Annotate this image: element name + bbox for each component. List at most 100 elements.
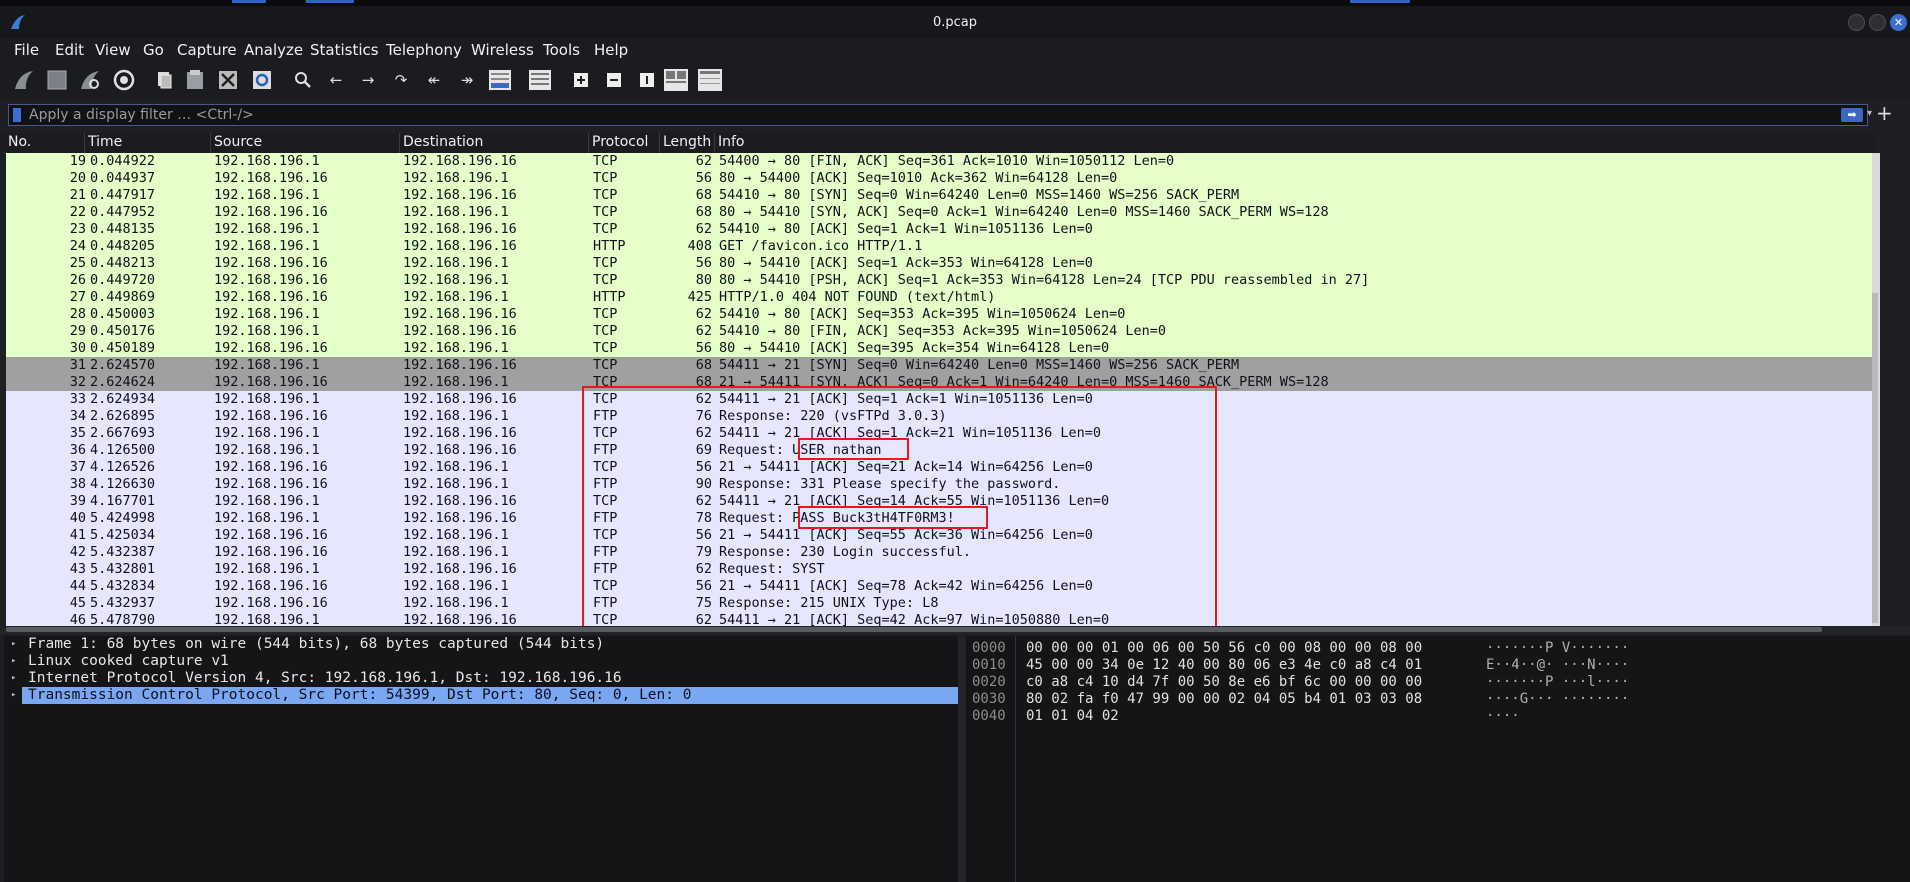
menu-go[interactable]: Go	[143, 41, 164, 59]
expand-arrow-icon[interactable]: ▸	[11, 687, 16, 704]
column-preferences-icon[interactable]	[696, 66, 724, 94]
packet-row[interactable]: 27 0.449869 192.168.196.16 192.168.196.1 HTT…	[6, 289, 1872, 306]
menu-wireless[interactable]: Wireless	[471, 41, 534, 59]
filter-bookmark-icon[interactable]	[13, 108, 21, 122]
column-header-time[interactable]: Time	[88, 134, 122, 150]
packet-cell-no: 26	[69, 272, 86, 288]
packet-cell-src: 192.168.196.16	[214, 476, 328, 492]
apply-filter-button[interactable]: ➡	[1841, 108, 1863, 122]
bytes-ascii[interactable]: ····	[1486, 708, 1520, 725]
column-header-info[interactable]: Info	[718, 134, 745, 150]
go-to-packet-icon[interactable]: ↷	[387, 66, 415, 94]
packet-cell-time: 2.624570	[90, 357, 156, 373]
bytes-ascii[interactable]: E··4··@· ···N····	[1486, 657, 1629, 674]
packet-cell-dst: 192.168.196.1	[403, 459, 509, 475]
packet-row[interactable]: 21 0.447917 192.168.196.1 192.168.196.16 TCP…	[6, 187, 1872, 204]
expand-arrow-icon[interactable]: ▸	[11, 636, 16, 653]
filter-history-dropdown-icon[interactable]: ▾	[1867, 108, 1872, 119]
packet-cell-proto: TCP	[593, 187, 618, 203]
packet-cell-time: 5.432801	[90, 561, 156, 577]
packet-cell-no: 20	[69, 170, 86, 186]
packet-cell-src: 192.168.196.1	[214, 612, 320, 626]
bytes-hex[interactable]: 01 01 04 02	[1026, 708, 1119, 725]
menu-file[interactable]: File	[14, 41, 39, 59]
menu-statistics[interactable]: Statistics	[310, 41, 379, 59]
bytes-ascii[interactable]: ·······P ···l····	[1486, 674, 1629, 691]
go-first-icon[interactable]: ↞	[420, 66, 448, 94]
bytes-hex[interactable]: 45 00 00 34 0e 12 40 00 80 06 e3 4e c0 a…	[1026, 657, 1422, 674]
horizontal-scroll-thumb[interactable]	[6, 627, 1822, 632]
packet-row[interactable]: 25 0.448213 192.168.196.16 192.168.196.1 TCP…	[6, 255, 1872, 272]
bytes-ascii[interactable]: ·······P V·······	[1486, 640, 1629, 657]
horizontal-scrollbar[interactable]	[0, 626, 1910, 634]
packet-row[interactable]: 29 0.450176 192.168.196.1 192.168.196.16 TCP…	[6, 323, 1872, 340]
bytes-hex[interactable]: 80 02 fa f0 47 99 00 00 02 04 05 b4 01 0…	[1026, 691, 1422, 708]
packet-row[interactable]: 19 0.044922 192.168.196.1 192.168.196.16 TCP…	[6, 153, 1872, 170]
detail-tree-item[interactable]: ▸ Internet Protocol Version 4, Src: 192.1…	[4, 670, 958, 687]
capture-options-icon[interactable]	[110, 66, 138, 94]
open-file-icon[interactable]	[150, 66, 178, 94]
colorize-icon[interactable]	[526, 66, 554, 94]
expand-arrow-icon[interactable]: ▸	[11, 670, 16, 687]
packet-row[interactable]: 28 0.450003 192.168.196.1 192.168.196.16 TCP…	[6, 306, 1872, 323]
packet-cell-info: 80 → 54410 [PSH, ACK] Seq=1 Ack=353 Win=…	[719, 272, 1370, 288]
pane-splitter[interactable]	[958, 636, 966, 882]
packet-cell-no: 43	[69, 561, 86, 577]
menu-edit[interactable]: Edit	[55, 41, 84, 59]
detail-tree-item[interactable]: ▸ Transmission Control Protocol, Src Port…	[11, 687, 958, 704]
close-file-icon[interactable]	[214, 66, 242, 94]
detail-tree-item[interactable]: ▸ Linux cooked capture v1	[4, 653, 958, 670]
column-header-protocol[interactable]: Protocol	[592, 134, 648, 150]
add-filter-button[interactable]: +	[1876, 101, 1893, 125]
bytes-ascii[interactable]: ····G··· ········	[1486, 691, 1629, 708]
packet-row[interactable]: 23 0.448135 192.168.196.1 192.168.196.16 TCP…	[6, 221, 1872, 238]
autoscroll-icon[interactable]	[486, 66, 514, 94]
bytes-hex[interactable]: c0 a8 c4 10 d4 7f 00 50 8e e6 bf 6c 00 0…	[1026, 674, 1422, 691]
packet-cell-no: 42	[69, 544, 86, 560]
column-header-length[interactable]: Length	[663, 134, 711, 150]
packet-cell-time: 0.044937	[90, 170, 156, 186]
packet-row[interactable]: 26 0.449720 192.168.196.16 192.168.196.1 TCP…	[6, 272, 1872, 289]
shark-fin-start-icon[interactable]	[10, 66, 38, 94]
packet-cell-no: 46	[69, 612, 86, 626]
packet-row[interactable]: 30 0.450189 192.168.196.16 192.168.196.1 TCP…	[6, 340, 1872, 357]
close-window-button[interactable]: ✕	[1890, 14, 1907, 31]
save-file-icon[interactable]	[181, 66, 209, 94]
packet-cell-len: 68	[695, 187, 712, 203]
menu-capture[interactable]: Capture	[177, 41, 237, 59]
packet-row[interactable]: 20 0.044937 192.168.196.16 192.168.196.1 TCP…	[6, 170, 1872, 187]
menu-analyze[interactable]: Analyze	[244, 41, 303, 59]
menu-help[interactable]: Help	[594, 41, 628, 59]
zoom-in-icon[interactable]	[567, 66, 595, 94]
minimize-button[interactable]	[1848, 14, 1865, 31]
packet-cell-time: 2.626895	[90, 408, 156, 424]
resize-columns-icon[interactable]	[662, 66, 690, 94]
packet-cell-no: 35	[69, 425, 86, 441]
packet-list-scroll-thumb[interactable]	[1872, 293, 1878, 623]
go-forward-icon[interactable]: →	[354, 66, 382, 94]
zoom-out-icon[interactable]	[600, 66, 628, 94]
find-packet-icon[interactable]	[289, 66, 317, 94]
detail-tree-item[interactable]: ▸ Frame 1: 68 bytes on wire (544 bits), 6…	[4, 636, 958, 653]
packet-row[interactable]: 24 0.448205 192.168.196.1 192.168.196.16 HTT…	[6, 238, 1872, 255]
menu-telephony[interactable]: Telephony	[386, 41, 462, 59]
stop-capture-icon[interactable]	[43, 66, 71, 94]
packet-cell-dst: 192.168.196.1	[403, 578, 509, 594]
menu-view[interactable]: View	[95, 41, 131, 59]
normal-size-icon[interactable]	[633, 66, 661, 94]
column-header-destination[interactable]: Destination	[403, 134, 483, 150]
packet-row[interactable]: 22 0.447952 192.168.196.16 192.168.196.1 TCP…	[6, 204, 1872, 221]
packet-list-scrollbar[interactable]	[1872, 153, 1880, 626]
restart-capture-icon[interactable]	[76, 66, 104, 94]
maximize-button[interactable]	[1869, 14, 1886, 31]
reload-file-icon[interactable]	[248, 66, 276, 94]
bytes-hex[interactable]: 00 00 00 01 00 06 00 50 56 c0 00 08 00 0…	[1026, 640, 1422, 657]
go-back-icon[interactable]: ←	[322, 66, 350, 94]
go-last-icon[interactable]: ↠	[453, 66, 481, 94]
expand-arrow-icon[interactable]: ▸	[11, 653, 16, 670]
display-filter-input[interactable]	[29, 105, 1829, 125]
column-header-source[interactable]: Source	[214, 134, 262, 150]
menu-tools[interactable]: Tools	[543, 41, 580, 59]
packet-row[interactable]: 31 2.624570 192.168.196.1 192.168.196.16 TCP…	[6, 357, 1872, 374]
column-header-no[interactable]: No.	[8, 134, 31, 150]
